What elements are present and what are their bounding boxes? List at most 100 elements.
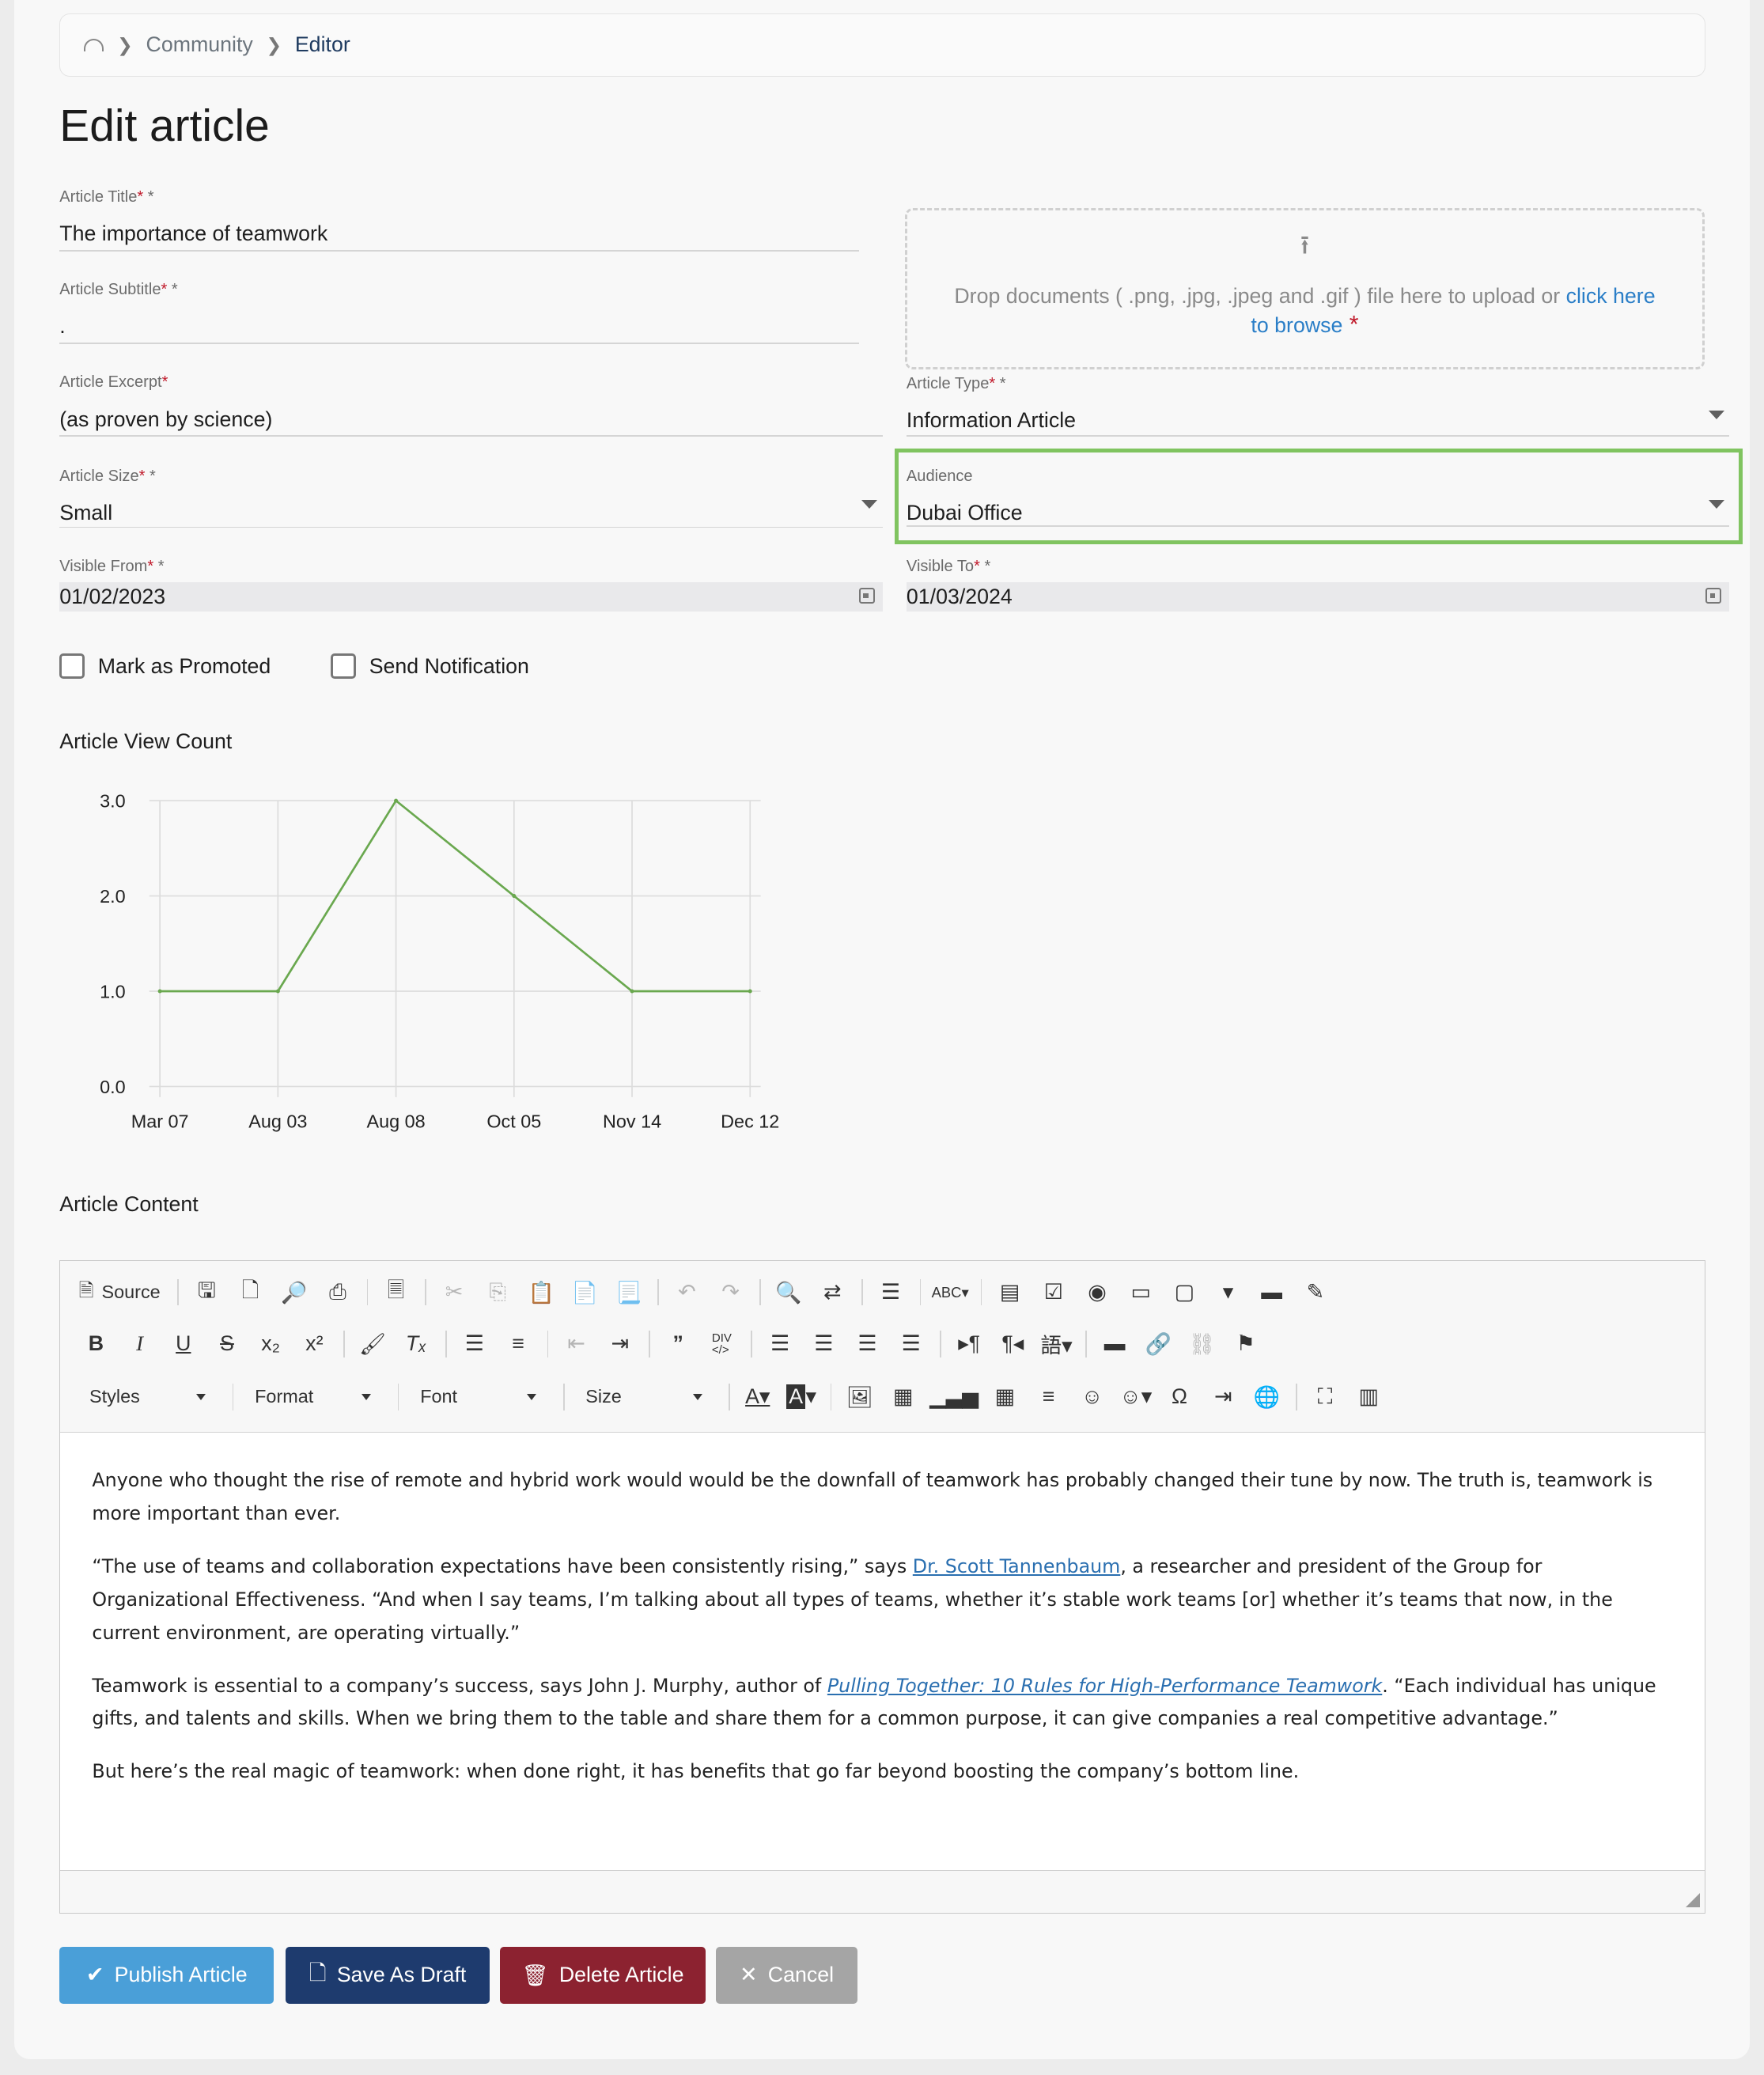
resize-handle[interactable] xyxy=(1685,1893,1700,1908)
article-size-select[interactable]: Article Size* * Small xyxy=(59,466,883,528)
chevron-down-icon[interactable] xyxy=(1708,500,1724,509)
bulleted-list-icon[interactable]: ≡ xyxy=(501,1327,535,1361)
new-page-icon[interactable]: 🗋 xyxy=(233,1275,267,1309)
table-icon[interactable]: ▦ xyxy=(988,1380,1022,1414)
tannenbaum-link[interactable]: Dr. Scott Tannenbaum xyxy=(913,1555,1121,1577)
copy-icon[interactable]: ⎘ xyxy=(480,1275,514,1309)
checkbox-box[interactable] xyxy=(331,653,356,680)
replace-icon[interactable]: ⇄ xyxy=(815,1275,849,1309)
article-title-field[interactable]: Article Title* * The importance of teamw… xyxy=(59,187,859,252)
preview-icon[interactable]: 🔎 xyxy=(277,1275,311,1309)
special-char-icon[interactable]: Ω xyxy=(1162,1380,1196,1414)
div-icon[interactable]: DIV </> xyxy=(705,1327,739,1361)
textarea-icon[interactable]: ▢ xyxy=(1168,1275,1202,1309)
save-icon[interactable]: 🖫 xyxy=(189,1275,223,1309)
anchor-box-icon[interactable]: ▬ xyxy=(1097,1327,1131,1361)
align-right-icon[interactable]: ☰ xyxy=(850,1327,884,1361)
form-icon[interactable]: ▤ xyxy=(993,1275,1027,1309)
flash-icon[interactable]: ▦ xyxy=(886,1380,920,1414)
source-button[interactable]: 🗎 Source xyxy=(79,1275,166,1309)
flag-icon[interactable]: ⚑ xyxy=(1228,1327,1262,1361)
blockquote-icon[interactable]: ” xyxy=(661,1327,695,1361)
justify-icon[interactable]: ☰ xyxy=(894,1327,928,1361)
numbered-list-icon[interactable]: ☰ xyxy=(457,1327,491,1361)
strikethrough-icon[interactable]: S xyxy=(210,1327,244,1361)
mark-promoted-checkbox[interactable]: Mark as Promoted xyxy=(59,653,271,680)
visible-from-input[interactable]: 01/02/2023 xyxy=(59,582,883,612)
calendar-icon[interactable] xyxy=(858,587,875,604)
article-excerpt-input[interactable]: (as proven by science) xyxy=(59,407,883,433)
outdent-icon[interactable]: ⇤ xyxy=(559,1327,593,1361)
editor-content[interactable]: Anyone who thought the rise of remote an… xyxy=(60,1433,1705,1789)
checkbox-icon[interactable]: ☑ xyxy=(1036,1275,1070,1309)
horizontal-line-icon[interactable]: ≡ xyxy=(1032,1380,1066,1414)
article-subtitle-input[interactable]: . xyxy=(59,313,858,339)
emoji-icon[interactable]: ☺▾ xyxy=(1119,1380,1153,1414)
italic-icon[interactable]: I xyxy=(123,1327,157,1361)
paste-word-icon[interactable]: 📃 xyxy=(611,1275,645,1309)
breadcrumb-community[interactable]: Community xyxy=(146,32,253,57)
visible-from-field[interactable]: Visible From* * 01/02/2023 xyxy=(59,556,883,612)
send-notification-checkbox[interactable]: Send Notification xyxy=(331,653,529,680)
upload-dropzone[interactable]: ⭱ Drop documents ( .png, .jpg, .jpeg and… xyxy=(905,207,1705,369)
rtl-icon[interactable]: ¶◂ xyxy=(996,1327,1030,1361)
book-link[interactable]: Pulling Together: 10 Rules for High-Perf… xyxy=(827,1675,1382,1697)
templates-icon[interactable]: 🗏 xyxy=(379,1275,413,1309)
image-icon[interactable]: 🖼 xyxy=(842,1380,876,1414)
align-left-icon[interactable]: ☰ xyxy=(763,1327,797,1361)
ltr-icon[interactable]: ▸¶ xyxy=(952,1327,986,1361)
spellcheck-icon[interactable]: ABC▾ xyxy=(932,1275,969,1309)
bold-icon[interactable]: B xyxy=(79,1327,113,1361)
cut-icon[interactable]: ✂ xyxy=(437,1275,471,1309)
iframe-icon[interactable]: 🌐 xyxy=(1250,1380,1284,1414)
copy-format-icon[interactable]: 🖌 xyxy=(355,1327,389,1361)
text-color-icon[interactable]: A▾ xyxy=(740,1380,774,1414)
visible-to-input[interactable]: 01/03/2024 xyxy=(906,582,1730,612)
find-icon[interactable]: 🔍 xyxy=(771,1275,805,1309)
select-field-icon[interactable]: ▾ xyxy=(1211,1275,1245,1309)
page-break-icon[interactable]: ⇥ xyxy=(1206,1380,1240,1414)
calendar-icon[interactable] xyxy=(1705,587,1722,604)
background-color-icon[interactable]: A ▾ xyxy=(784,1380,818,1414)
superscript-icon[interactable]: x² xyxy=(297,1327,331,1361)
underline-icon[interactable]: U xyxy=(166,1327,200,1361)
hidden-field-icon[interactable]: ✎ xyxy=(1298,1275,1332,1309)
button-icon[interactable]: ▬ xyxy=(1255,1275,1289,1309)
show-blocks-icon[interactable]: ▥ xyxy=(1351,1380,1385,1414)
text-field-icon[interactable]: ▭ xyxy=(1123,1275,1157,1309)
chart-icon[interactable]: ▁▃▅ xyxy=(929,1380,979,1414)
link-icon[interactable]: 🔗 xyxy=(1141,1327,1175,1361)
subscript-icon[interactable]: x₂ xyxy=(253,1327,287,1361)
language-icon[interactable]: 語▾ xyxy=(1039,1327,1073,1361)
radio-icon[interactable]: ◉ xyxy=(1080,1275,1114,1309)
delete-article-button[interactable]: 🗑 Delete Article xyxy=(500,1946,706,2004)
unlink-icon[interactable]: ⛓ xyxy=(1185,1327,1219,1361)
styles-dropdown[interactable]: Styles xyxy=(79,1380,217,1414)
paste-text-icon[interactable]: 📄 xyxy=(568,1275,602,1309)
article-type-select[interactable]: Article Type* * Information Article xyxy=(906,373,1730,437)
dashboard-icon[interactable] xyxy=(84,38,104,52)
article-excerpt-field[interactable]: Article Excerpt* (as proven by science) xyxy=(59,372,883,437)
article-title-input[interactable]: The importance of teamwork xyxy=(59,221,858,247)
redo-icon[interactable]: ↷ xyxy=(714,1275,748,1309)
article-subtitle-field[interactable]: Article Subtitle* * . xyxy=(59,279,859,344)
visible-to-field[interactable]: Visible To* * 01/03/2024 xyxy=(906,556,1730,612)
chevron-down-icon[interactable] xyxy=(861,500,878,509)
audience-select[interactable]: Audience Dubai Office xyxy=(906,466,1730,527)
undo-icon[interactable]: ↶ xyxy=(670,1275,704,1309)
paste-icon[interactable]: 📋 xyxy=(524,1275,558,1309)
font-dropdown[interactable]: Font xyxy=(410,1380,547,1414)
chevron-down-icon[interactable] xyxy=(1708,410,1724,419)
select-all-icon[interactable]: ☰ xyxy=(873,1275,907,1309)
align-center-icon[interactable]: ☰ xyxy=(806,1327,840,1361)
indent-icon[interactable]: ⇥ xyxy=(603,1327,637,1361)
publish-article-button[interactable]: ✔ Publish Article xyxy=(59,1946,274,2004)
smiley-icon[interactable]: ☺ xyxy=(1075,1380,1109,1414)
save-as-draft-button[interactable]: 🗋 Save As Draft xyxy=(286,1946,490,2004)
maximize-icon[interactable]: ⛶ xyxy=(1308,1380,1342,1414)
cancel-button[interactable]: ✕ Cancel xyxy=(716,1946,858,2004)
print-icon[interactable]: ⎙ xyxy=(320,1275,354,1309)
size-dropdown[interactable]: Size xyxy=(575,1380,713,1414)
format-dropdown[interactable]: Format xyxy=(244,1380,382,1414)
remove-format-icon[interactable]: Tₓ xyxy=(399,1327,433,1361)
